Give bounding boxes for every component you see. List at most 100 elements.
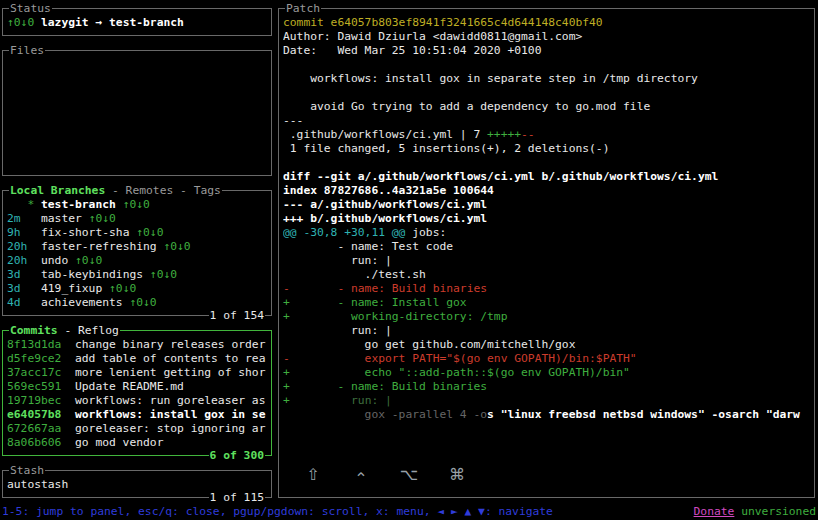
patch-panel[interactable]: Patch commit e64057b803ef8941f3241665c4d…: [278, 8, 815, 498]
text-segment: 6 of 300: [210, 449, 264, 462]
patch-line: --- a/.github/workflows/ci.yml: [283, 198, 813, 212]
text-segment: avoid Go trying to add a dependency to g…: [283, 100, 650, 113]
branches-panel-title[interactable]: Local Branches - Remotes - Tags: [9, 184, 222, 198]
status-panel-title: Status: [9, 2, 52, 16]
patch-line: index 87827686..4a321a5e 100644: [283, 184, 813, 198]
text-segment: ⇧: [303, 464, 323, 486]
text-segment: 1 of 115: [210, 491, 264, 504]
branch-row[interactable]: 2m master ↑0↓0: [7, 212, 270, 226]
branch-row[interactable]: 3d tab-keybindings ↑0↓0: [7, 268, 270, 282]
text-segment: diff --git a/.github/workflows/ci.yml b/…: [283, 170, 718, 183]
branch-row[interactable]: 4d achievements ↑0↓0: [7, 296, 270, 310]
patch-line: + run: |: [283, 394, 813, 408]
text-segment: more lenient getting of shor: [75, 366, 265, 379]
text-segment: faster-refreshing: [41, 240, 163, 253]
donate-link[interactable]: Donate: [694, 505, 735, 518]
branch-row[interactable]: 20h undo ↑0↓0: [7, 254, 270, 268]
text-segment: 3d: [7, 268, 41, 281]
status-line: ↑0↓0 lazygit → test-branch: [7, 16, 270, 30]
text-segment: - Remotes - Tags: [105, 184, 221, 197]
patch-panel-title: Patch: [285, 2, 321, 16]
text-segment: ↑0↓0: [129, 296, 156, 309]
patch-line: +++ b/.github/workflows/ci.yml: [283, 212, 813, 226]
keybinding-hints: 1-5: jump to panel, esc/q: close, pgup/p…: [2, 505, 553, 519]
text-segment: 20h: [7, 254, 41, 267]
text-segment: 8a06b606: [7, 436, 75, 449]
text-segment: + - name: Build binaries: [283, 380, 487, 393]
patch-line: ---: [283, 114, 813, 128]
text-segment: d5fe9ce2: [7, 352, 75, 365]
commit-row[interactable]: 569ec591 Update README.md: [7, 380, 270, 394]
patch-line: ./test.sh: [283, 268, 813, 282]
text-segment: 419_fixup: [41, 282, 109, 295]
commit-row[interactable]: 37acc17c more lenient getting of shor: [7, 366, 270, 380]
keycast-overlay: ⇧⌃⌥⌘: [303, 464, 495, 486]
branches-content: * test-branch ↑0↓02m master ↑0↓09h fix-s…: [7, 198, 270, 310]
patch-line: commit e64057b803ef8941f3241665c4d644148…: [283, 16, 813, 30]
text-segment: autostash: [7, 478, 68, 491]
patch-line: + - name: Build binaries: [283, 380, 813, 394]
text-segment: --- a/.github/workflows/ci.yml: [283, 198, 487, 211]
patch-line: diff --git a/.github/workflows/ci.yml b/…: [283, 170, 813, 184]
branches-count: 1 of 154: [209, 309, 265, 323]
commits-panel-title[interactable]: Commits - Reflog: [9, 324, 120, 338]
patch-line: .github/workflows/ci.yml | 7 +++++--: [283, 128, 813, 142]
text-segment: ↑0↓0: [150, 268, 177, 281]
text-segment: gox -parallel 4 -o: [283, 408, 487, 421]
text-segment: + - name: Install gox: [283, 296, 467, 309]
commits-content: 8f13d1da change binary releases orderd5f…: [7, 338, 270, 450]
commit-row[interactable]: 8f13d1da change binary releases order: [7, 338, 270, 352]
stash-row[interactable]: autostash: [7, 478, 270, 492]
stash-count: 1 of 115: [209, 491, 265, 505]
text-segment: 1-5: jump to panel, esc/q: close, pgup/p…: [2, 505, 553, 518]
text-segment: unversioned: [734, 505, 816, 518]
patch-line: - - name: Build binaries: [283, 282, 813, 296]
text-segment: *: [7, 198, 41, 211]
commits-panel[interactable]: Commits - Reflog 8f13d1da change binary …: [2, 330, 272, 456]
patch-line: - name: Test code: [283, 240, 813, 254]
files-panel[interactable]: Files: [2, 50, 272, 176]
branch-row[interactable]: 9h fix-short-sha ↑0↓0: [7, 226, 270, 240]
commit-row[interactable]: d5fe9ce2 add table of contents to rea: [7, 352, 270, 366]
text-segment: e64057b8: [7, 408, 75, 421]
text-segment: Files: [10, 44, 44, 57]
text-segment: ./test.sh: [283, 268, 426, 281]
commit-row[interactable]: e64057b8 workflows: install gox in se: [7, 408, 270, 422]
patch-line: [283, 156, 813, 170]
branch-row[interactable]: 3d 419_fixup ↑0↓0: [7, 282, 270, 296]
text-segment: Patch: [286, 2, 320, 15]
text-segment: + echo "::add-path::$(go env GOPATH)/bin…: [283, 366, 630, 379]
text-segment: ↑0↓0: [89, 212, 116, 225]
commit-row[interactable]: 19719bec workflows: run goreleaser as: [7, 394, 270, 408]
text-segment: ↑0↓0: [163, 240, 190, 253]
patch-line: + working-directory: /tmp: [283, 310, 813, 324]
text-segment: - - name: Build binaries: [283, 282, 487, 295]
text-segment: fix-short-sha: [41, 226, 136, 239]
patch-line: run: |: [283, 324, 813, 338]
commit-row[interactable]: 672667aa goreleaser: stop ignoring ar: [7, 422, 270, 436]
statusbar-right: Donate unversioned: [694, 505, 816, 519]
commit-row[interactable]: 8a06b606 go mod vendor: [7, 436, 270, 450]
patch-line: 1 file changed, 5 insertions(+), 2 delet…: [283, 142, 813, 156]
stash-content: autostash: [7, 478, 270, 492]
status-panel[interactable]: Status ↑0↓0 lazygit → test-branch: [2, 8, 272, 36]
branch-row[interactable]: * test-branch ↑0↓0: [7, 198, 270, 212]
branch-row[interactable]: 20h faster-refreshing ↑0↓0: [7, 240, 270, 254]
patch-line: workflows: install gox in separate step …: [283, 72, 813, 86]
text-segment: Commits: [10, 324, 58, 337]
stash-panel[interactable]: Stash autostash 1 of 115: [2, 470, 272, 498]
patch-line: + echo "::add-path::$(go env GOPATH)/bin…: [283, 366, 813, 380]
text-segment: +++++: [487, 128, 521, 141]
branches-panel[interactable]: Local Branches - Remotes - Tags * test-b…: [2, 190, 272, 316]
patch-line: run: |: [283, 254, 813, 268]
text-segment: .github/workflows/ci.yml | 7: [283, 128, 487, 141]
text-segment: achievements: [41, 296, 129, 309]
text-segment: ↑0↓0: [7, 16, 34, 29]
text-segment: 1 of 154: [210, 309, 264, 322]
text-segment: run: |: [283, 324, 392, 337]
text-segment: workflows: run goreleaser as: [75, 394, 265, 407]
text-segment: 37acc17c: [7, 366, 75, 379]
text-segment: change binary releases order: [75, 338, 265, 351]
text-segment: undo: [41, 254, 75, 267]
text-segment: workflows: install gox in se: [75, 408, 265, 421]
